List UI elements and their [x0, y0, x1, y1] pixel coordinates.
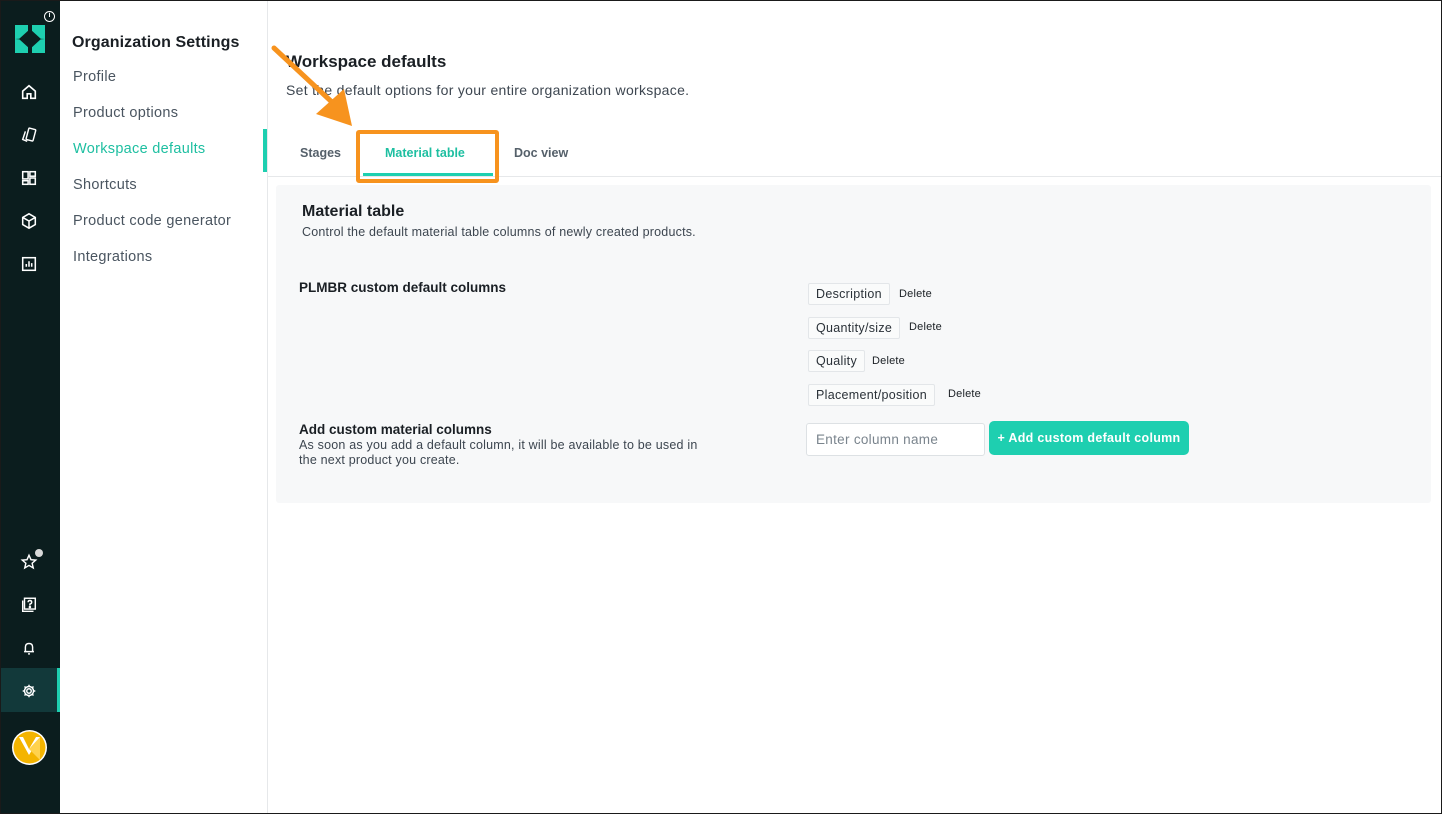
sidebar-item-shortcuts[interactable]: Shortcuts: [73, 177, 137, 193]
user-avatar[interactable]: [12, 730, 47, 765]
materials-icon[interactable]: [19, 211, 39, 231]
column-chip-quantity-size: Quantity/size: [808, 317, 901, 339]
panel-subtitle: Control the default material table colum…: [302, 225, 696, 239]
notification-dot: [35, 549, 43, 557]
column-chip-placement-position: Placement/position: [808, 384, 936, 406]
icon-rail: i: [1, 1, 61, 813]
tab-doc-view[interactable]: Doc view: [514, 146, 568, 160]
delete-placement-position-button[interactable]: Delete: [948, 388, 981, 400]
sidebar-item-integrations[interactable]: Integrations: [73, 249, 152, 265]
info-icon[interactable]: i: [44, 11, 55, 22]
add-custom-column-button[interactable]: + Add custom default column: [989, 421, 1189, 455]
panel-title: Material table: [302, 203, 405, 220]
add-columns-description: As soon as you add a default column, it …: [299, 438, 698, 467]
delete-quantity-size-button[interactable]: Delete: [909, 321, 942, 333]
sidebar-item-profile[interactable]: Profile: [73, 69, 116, 85]
tab-stages[interactable]: Stages: [300, 146, 341, 160]
sidebar-item-product-code-generator[interactable]: Product code generator: [73, 213, 231, 229]
column-name-input[interactable]: [806, 423, 985, 456]
help-icon[interactable]: [19, 595, 39, 615]
delete-description-button[interactable]: Delete: [899, 288, 932, 300]
delete-quality-button[interactable]: Delete: [872, 355, 905, 367]
dashboard-icon[interactable]: [19, 168, 39, 188]
column-chip-description: Description: [808, 283, 890, 305]
settings-title: Organization Settings: [72, 34, 240, 51]
column-chip-quality: Quality: [808, 350, 866, 372]
highlight-box: [356, 130, 499, 183]
products-icon[interactable]: [19, 125, 39, 145]
gear-icon[interactable]: [19, 681, 39, 701]
app-logo[interactable]: [15, 25, 45, 53]
home-icon[interactable]: [19, 82, 39, 102]
sidebar-item-product-options[interactable]: Product options: [73, 105, 178, 121]
default-columns-label: PLMBR custom default columns: [299, 280, 507, 295]
annotation-arrow-icon: [271, 45, 352, 126]
sidebar-item-workspace-defaults[interactable]: Workspace defaults: [73, 141, 205, 157]
sidebar-active-indicator: [263, 129, 267, 172]
settings-sidebar: Organization Settings Profile Product op…: [60, 1, 268, 813]
add-columns-label: Add custom material columns: [299, 422, 492, 437]
reports-icon[interactable]: [19, 254, 39, 274]
bell-icon[interactable]: [19, 638, 39, 658]
